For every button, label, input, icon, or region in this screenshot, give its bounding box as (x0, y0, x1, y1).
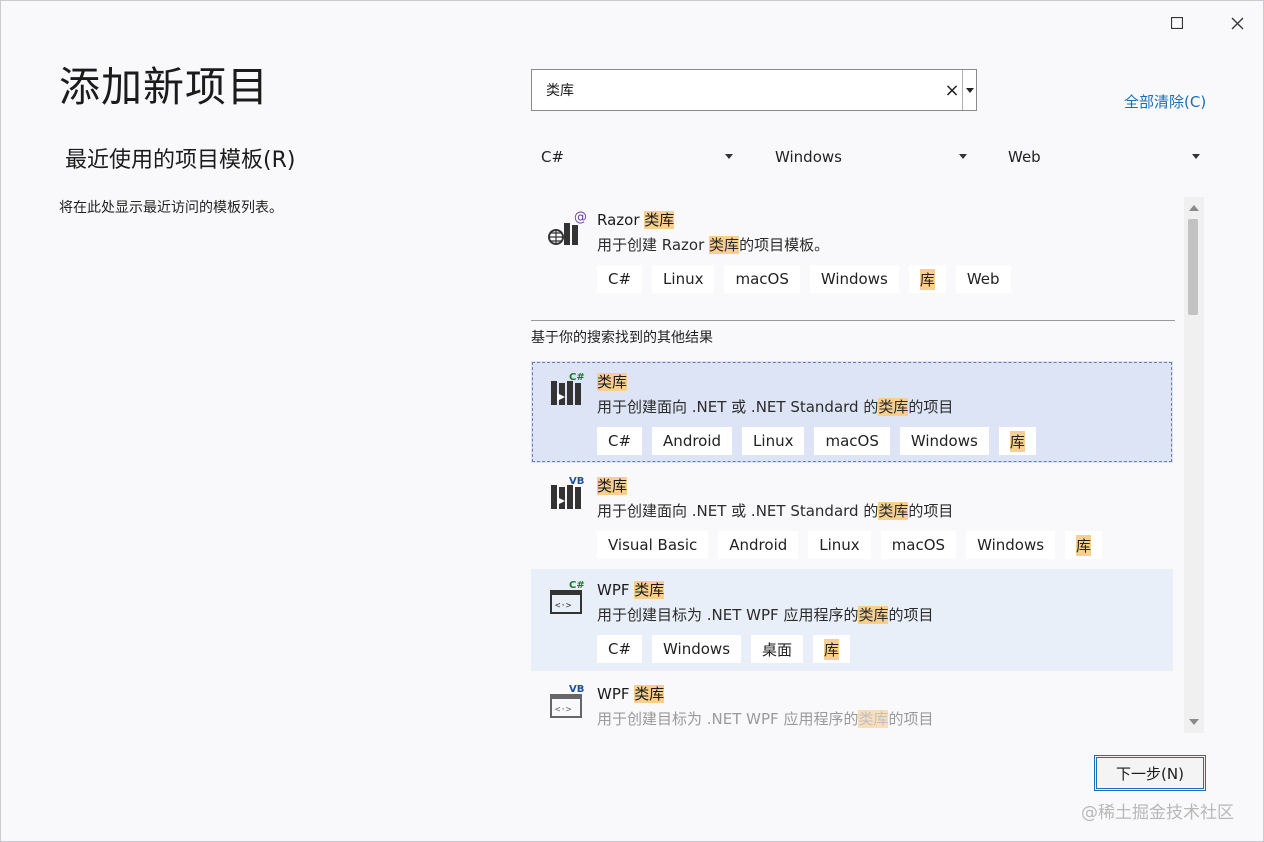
chevron-down-icon (725, 154, 733, 159)
tag: 库 (908, 265, 946, 293)
maximize-icon[interactable] (1162, 9, 1192, 37)
template-tags: Visual Basic Android Linux macOS Windows… (597, 531, 1103, 559)
template-item[interactable]: @ Razor 类库 用于创建 Razor 类库的项目模板。 C# Linux … (531, 197, 1173, 313)
tag: 库 (998, 427, 1036, 455)
chevron-down-icon (1192, 154, 1200, 159)
tag: Windows (899, 427, 989, 455)
template-description: 用于创建目标为 .NET WPF 应用程序的类库的项目 (597, 606, 934, 624)
language-filter-value: C# (541, 148, 565, 166)
tag: Android (652, 427, 733, 455)
scroll-up-icon[interactable] (1189, 205, 1199, 211)
wpf-csharp-library-icon: <·> C# (550, 580, 585, 614)
tag: C# (597, 635, 643, 663)
platform-filter-value: Windows (775, 148, 842, 166)
tag: C# (597, 427, 643, 455)
template-tags: C# Linux macOS Windows 库 Web (597, 265, 1011, 293)
template-tags: C# Android Linux macOS Windows 库 (597, 427, 1036, 455)
scroll-thumb[interactable] (1188, 219, 1198, 315)
tag: Android (718, 531, 799, 559)
template-title: WPF 类库 (597, 685, 665, 703)
chevron-down-icon (959, 154, 967, 159)
template-item[interactable]: <·> VB WPF 类库 用于创建目标为 .NET WPF 应用程序的类库的项… (531, 673, 1173, 733)
svg-text:<·>: <·> (555, 705, 572, 715)
svg-text:<·>: <·> (555, 601, 572, 611)
tag: Linux (652, 265, 715, 293)
next-button[interactable]: 下一步(N) (1094, 755, 1206, 791)
tag: Web (955, 265, 1011, 293)
tag: macOS (724, 265, 800, 293)
tag: macOS (880, 531, 957, 559)
template-search-input[interactable] (532, 70, 942, 110)
tag: Visual Basic (597, 531, 709, 559)
search-clear-icon[interactable]: × (942, 70, 962, 110)
platform-filter[interactable]: Windows (765, 141, 971, 173)
other-results-label: 基于你的搜索找到的其他结果 (531, 330, 713, 346)
csharp-library-icon: C# (551, 372, 585, 405)
tag: 库 (1065, 531, 1103, 559)
divider (531, 320, 1175, 321)
template-item[interactable]: C# 类库 用于创建面向 .NET 或 .NET Standard 的类库的项目… (531, 361, 1173, 463)
page-title: 添加新项目 (59, 63, 269, 111)
razor-library-icon: @ (548, 210, 587, 245)
template-list: @ Razor 类库 用于创建 Razor 类库的项目模板。 C# Linux … (531, 197, 1175, 733)
svg-text:C#: C# (569, 580, 585, 591)
tag: Linux (742, 427, 805, 455)
template-title: 类库 (597, 477, 628, 495)
recent-templates-heading: 最近使用的项目模板(R) (65, 148, 296, 173)
chevron-down-icon (966, 87, 974, 93)
add-new-project-dialog: 添加新项目 最近使用的项目模板(R) 将在此处显示最近访问的模板列表。 × 全部… (0, 0, 1264, 842)
template-title: WPF 类库 (597, 581, 665, 599)
svg-text:VB: VB (569, 684, 584, 695)
template-search-box: × (531, 69, 977, 111)
watermark: @稀土掘金技术社区 (1081, 803, 1234, 823)
wpf-vb-library-icon: <·> VB (550, 684, 584, 718)
tag: Windows (966, 531, 1056, 559)
project-type-filter[interactable]: Web (998, 141, 1204, 173)
template-description: 用于创建面向 .NET 或 .NET Standard 的类库的项目 (597, 502, 954, 520)
scroll-down-icon[interactable] (1189, 719, 1199, 725)
template-description: 用于创建 Razor 类库的项目模板。 (597, 236, 830, 254)
tag: Windows (652, 635, 742, 663)
template-description: 用于创建面向 .NET 或 .NET Standard 的类库的项目 (597, 398, 954, 416)
svg-text:C#: C# (569, 372, 585, 383)
svg-text:VB: VB (569, 476, 584, 487)
tag: C# (597, 265, 643, 293)
tag: 库 (813, 635, 851, 663)
template-tags: C# Windows 桌面 库 (597, 635, 851, 663)
template-item[interactable]: <·> C# WPF 类库 用于创建目标为 .NET WPF 应用程序的类库的项… (531, 569, 1173, 671)
close-icon[interactable] (1222, 9, 1252, 37)
template-item[interactable]: VB 类库 用于创建面向 .NET 或 .NET Standard 的类库的项目… (531, 465, 1173, 567)
clear-all-link[interactable]: 全部清除(C) (1124, 91, 1206, 112)
project-type-filter-value: Web (1008, 148, 1041, 166)
search-history-dropdown[interactable] (962, 70, 977, 110)
tag: macOS (814, 427, 890, 455)
vb-library-icon: VB (551, 476, 584, 509)
tag: Windows (809, 265, 899, 293)
template-title: Razor 类库 (597, 211, 675, 229)
tag: Linux (808, 531, 871, 559)
tag: 桌面 (751, 635, 804, 663)
template-title: 类库 (597, 373, 628, 391)
template-list-scrollbar[interactable] (1184, 197, 1204, 733)
recent-templates-empty-text: 将在此处显示最近访问的模板列表。 (59, 200, 283, 216)
language-filter[interactable]: C# (531, 141, 737, 173)
template-description: 用于创建目标为 .NET WPF 应用程序的类库的项目 (597, 710, 934, 728)
svg-text:@: @ (574, 210, 587, 225)
